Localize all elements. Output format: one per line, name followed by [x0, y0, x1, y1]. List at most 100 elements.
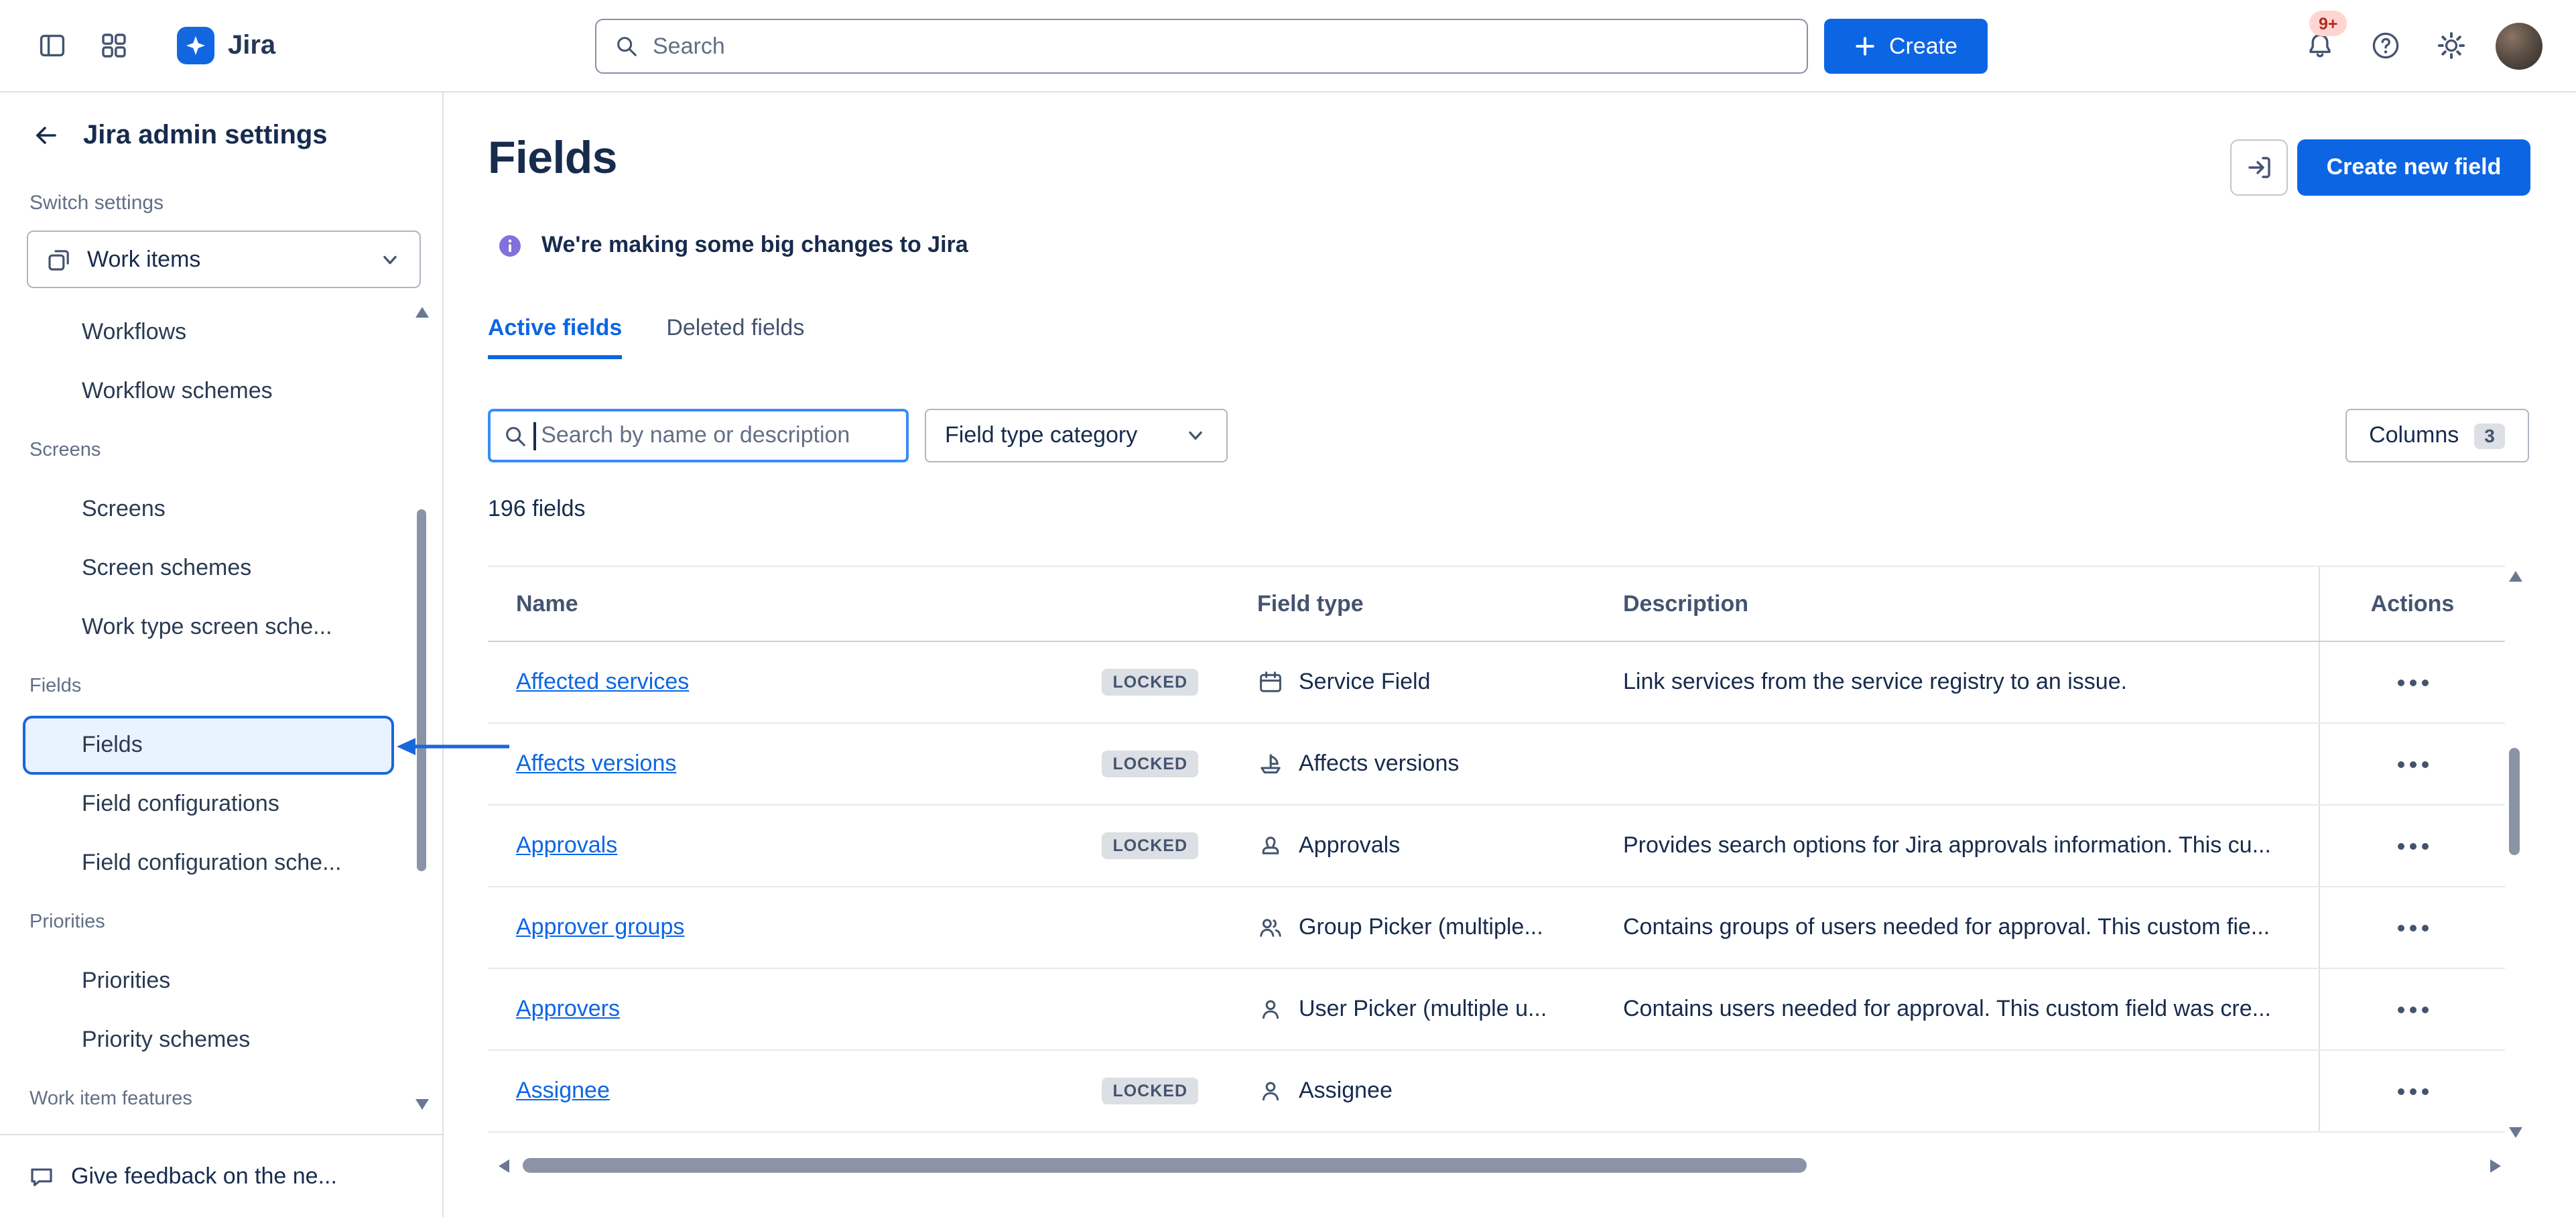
columns-button[interactable]: Columns 3 — [2345, 409, 2529, 462]
sidebar-item-label: Field configurations — [82, 791, 279, 818]
tab[interactable]: Active fields — [488, 315, 622, 359]
field-search-input[interactable] — [541, 422, 894, 449]
sidebar-scrollbar-thumb[interactable] — [417, 509, 426, 871]
tab[interactable]: Deleted fields — [666, 315, 804, 359]
create-button[interactable]: Create — [1824, 19, 1988, 74]
help-button[interactable] — [2360, 20, 2411, 71]
field-name-link[interactable]: Affects versions — [516, 751, 676, 777]
sidebar-item-field-configurations[interactable]: Field configurations — [23, 775, 394, 834]
plus-icon — [1854, 35, 1877, 58]
main-content: Fields Create new field We're making som… — [445, 92, 2576, 1217]
sidebar-item-field-configuration-sche[interactable]: Field configuration sche... — [23, 834, 394, 893]
sidebar-section-label: Priorities — [29, 911, 105, 933]
sidebar-item-priorities[interactable]: Priorities — [23, 952, 394, 1011]
jira-logo[interactable]: Jira — [177, 27, 275, 64]
sidebar-item-workflow-schemes[interactable]: Workflow schemes — [23, 362, 394, 421]
more-options-button[interactable] — [2387, 739, 2438, 789]
sidebar-header: Jira admin settings — [24, 114, 328, 157]
sidebar-section-header: Work item features — [0, 1070, 444, 1129]
open-feedback-panel-button[interactable] — [2230, 139, 2288, 196]
field-search-box[interactable] — [488, 409, 909, 462]
field-type-label: User Picker (multiple u... — [1299, 996, 1547, 1023]
result-count: 196 fields — [488, 496, 586, 523]
field-name-link[interactable]: Affected services — [516, 669, 689, 696]
global-search-input[interactable] — [653, 33, 1789, 60]
sidebar-item-label: Workflows — [82, 319, 186, 346]
field-type-category-label: Field type category — [945, 422, 1137, 449]
table-scroll-up-arrow[interactable] — [2509, 571, 2522, 582]
table-row: Approvers User Picker (multiple u... Con… — [488, 969, 2505, 1051]
sidebar-item-fields[interactable]: Fields — [23, 716, 394, 775]
table-header-label: Name — [516, 590, 578, 617]
table-horizontal-scrollbar-thumb[interactable] — [523, 1158, 1807, 1173]
sidebar-scroll-up-arrow[interactable] — [415, 307, 429, 318]
field-type-label: Group Picker (multiple... — [1299, 914, 1543, 941]
back-button[interactable] — [24, 114, 67, 157]
more-options-button[interactable] — [2387, 1066, 2438, 1116]
search-icon — [614, 34, 639, 59]
field-name-link[interactable]: Assignee — [516, 1078, 610, 1104]
sidebar-item-priority-schemes[interactable]: Priority schemes — [23, 1011, 394, 1070]
locked-badge: LOCKED — [1102, 832, 1198, 859]
ship-icon — [1257, 751, 1284, 777]
collapse-sidebar-button[interactable] — [27, 20, 78, 71]
collapse-sidebar-icon — [38, 31, 67, 60]
sidebar-item-workflows[interactable]: Workflows — [23, 303, 394, 362]
field-name-link[interactable]: Approvers — [516, 996, 620, 1023]
stamp-icon — [1257, 832, 1284, 859]
global-search[interactable] — [595, 19, 1808, 74]
actions-cell — [2319, 969, 2505, 1049]
field-type-cell: Service Field — [1253, 642, 1623, 722]
table-scroll-left-arrow[interactable] — [499, 1159, 509, 1173]
sidebar-feedback-label: Give feedback on the ne... — [71, 1163, 337, 1190]
description-cell: Contains groups of users needed for appr… — [1623, 887, 2319, 968]
tab-label: Active fields — [488, 315, 622, 340]
info-icon — [497, 233, 523, 258]
name-cell: Approvers — [488, 969, 1253, 1049]
sidebar-section-label: Work item features — [29, 1088, 192, 1110]
sidebar-item-screens[interactable]: Screens — [23, 480, 394, 539]
create-button-label: Create — [1889, 33, 1957, 60]
sidebar-item-work-type-screen-sche[interactable]: Work type screen sche... — [23, 598, 394, 657]
sidebar-section-header: Screens — [0, 421, 444, 480]
more-options-icon — [2409, 679, 2416, 686]
app-switcher-button[interactable] — [88, 20, 139, 71]
work-items-icon — [46, 246, 72, 273]
sidebar-feedback-button[interactable]: Give feedback on the ne... — [0, 1134, 442, 1217]
table-header-cell: Actions — [2319, 567, 2505, 641]
more-options-button[interactable] — [2387, 657, 2438, 708]
table-scroll-right-arrow[interactable] — [2490, 1159, 2501, 1173]
text-cursor — [533, 422, 535, 450]
tab-label: Deleted fields — [666, 315, 804, 340]
top-navigation-bar: Jira Create 9+ — [0, 0, 2576, 92]
arrow-enter-icon — [2244, 153, 2274, 182]
table-row: Assignee LOCKED Assignee — [488, 1051, 2505, 1133]
switch-settings-label: Switch settings — [29, 192, 164, 214]
sidebar-item-label: Fields — [82, 732, 143, 759]
gear-icon — [2437, 31, 2466, 60]
more-options-button[interactable] — [2387, 820, 2438, 871]
more-options-button[interactable] — [2387, 902, 2438, 953]
more-options-icon — [2409, 1006, 2416, 1013]
field-name-link[interactable]: Approvals — [516, 832, 617, 859]
user-avatar[interactable] — [2496, 23, 2542, 70]
field-type-label: Assignee — [1299, 1078, 1393, 1104]
create-new-field-button[interactable]: Create new field — [2297, 139, 2530, 196]
columns-label: Columns — [2369, 422, 2459, 449]
app-switcher-grid-icon — [99, 31, 129, 60]
settings-button[interactable] — [2426, 20, 2477, 71]
settings-switcher-select[interactable]: Work items — [27, 231, 421, 288]
field-type-label: Approvals — [1299, 832, 1400, 859]
name-cell: Affects versions LOCKED — [488, 724, 1253, 804]
table-vertical-scrollbar-thumb[interactable] — [2509, 748, 2520, 855]
table-scroll-down-arrow[interactable] — [2509, 1127, 2522, 1138]
table-header-cell: Name — [488, 567, 1253, 641]
name-cell: Approver groups — [488, 887, 1253, 968]
sidebar-item-screen-schemes[interactable]: Screen schemes — [23, 539, 394, 598]
more-options-icon — [2409, 1088, 2416, 1094]
more-options-button[interactable] — [2387, 984, 2438, 1035]
sidebar-scroll-down-arrow[interactable] — [415, 1099, 429, 1110]
field-type-category-dropdown[interactable]: Field type category — [925, 409, 1228, 462]
more-options-icon — [2409, 761, 2416, 767]
field-name-link[interactable]: Approver groups — [516, 914, 684, 941]
